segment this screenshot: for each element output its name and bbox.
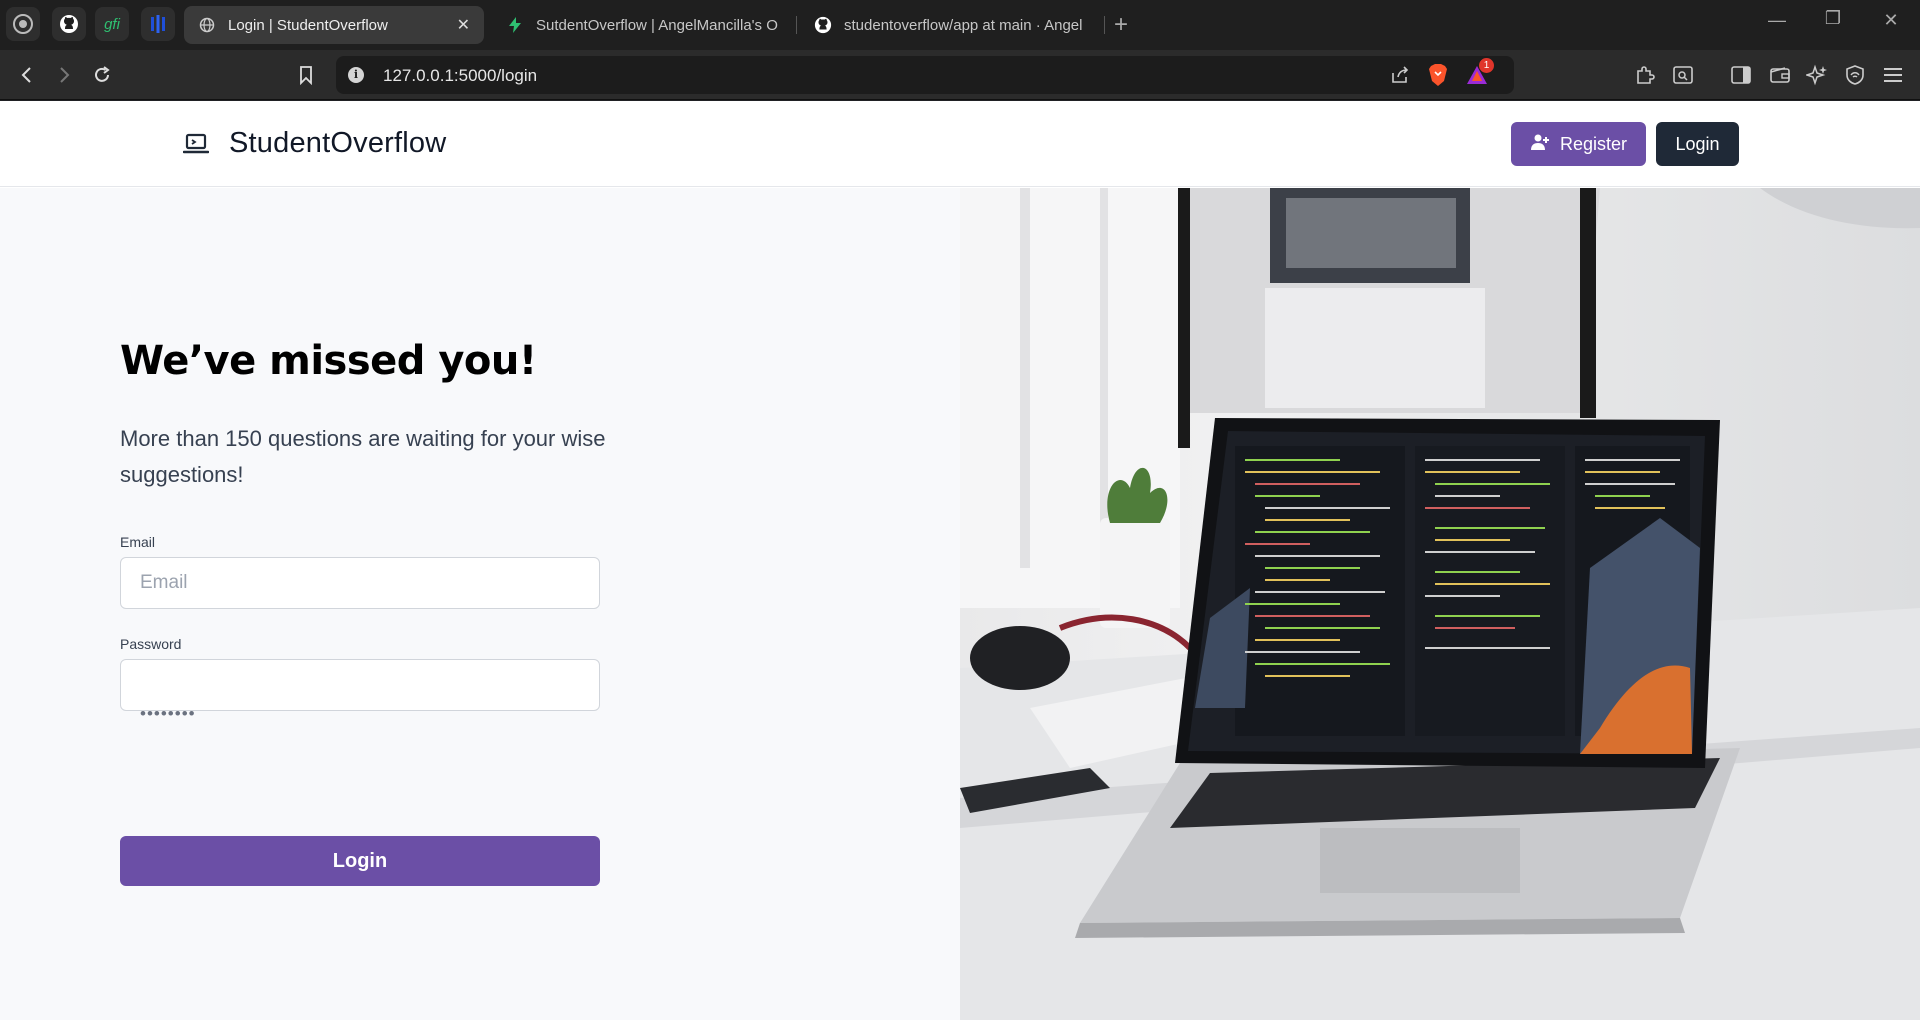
- tab-title: Login | StudentOverflow: [228, 16, 388, 34]
- bookmark-icon[interactable]: [293, 62, 319, 88]
- app-icon[interactable]: [141, 7, 175, 41]
- browser-toolbar: i 127.0.0.1:5000/login 1: [0, 50, 1920, 100]
- minimize-icon[interactable]: —: [1762, 10, 1792, 31]
- laptop-logo-icon: [182, 131, 210, 157]
- bolt-icon: [506, 16, 524, 34]
- globe-icon: [198, 16, 216, 34]
- browser-tab-bar: gfi Login | StudentOverflow ✕ SutdentOve…: [0, 0, 1920, 50]
- extensions-icon[interactable]: [1632, 62, 1658, 88]
- wallet-icon[interactable]: [1767, 62, 1793, 88]
- password-field[interactable]: [120, 659, 600, 711]
- login-submit-button[interactable]: Login: [120, 836, 600, 886]
- desk-laptop-illustration: [960, 188, 1920, 1020]
- gfi-label: gfi: [104, 15, 120, 33]
- leo-ai-icon[interactable]: [1804, 62, 1830, 88]
- url-text: 127.0.0.1:5000/login: [383, 66, 538, 85]
- share-icon[interactable]: [1387, 62, 1413, 88]
- brand-link[interactable]: StudentOverflow: [182, 127, 447, 160]
- hero-image: [960, 188, 1920, 1020]
- brand-name: StudentOverflow: [229, 127, 447, 159]
- github-icon[interactable]: [52, 7, 86, 41]
- email-field[interactable]: [120, 557, 600, 609]
- login-panel: We’ve missed you! More than 150 question…: [0, 188, 960, 1020]
- forward-icon[interactable]: [51, 62, 77, 88]
- register-button[interactable]: Register: [1511, 122, 1646, 166]
- address-bar[interactable]: i 127.0.0.1:5000/login 1: [336, 56, 1514, 94]
- reader-mode-icon[interactable]: [1670, 62, 1696, 88]
- email-label: Email: [120, 534, 156, 550]
- page-subtitle: More than 150 questions are waiting for …: [120, 426, 606, 487]
- vpn-shield-icon[interactable]: [1842, 62, 1868, 88]
- nav-login-button[interactable]: Login: [1656, 122, 1739, 166]
- site-navbar: StudentOverflow Register Login: [0, 101, 1920, 187]
- close-tab-icon[interactable]: ✕: [449, 15, 470, 35]
- new-tab-icon[interactable]: +: [1114, 10, 1128, 40]
- page-title: We’ve missed you!: [120, 338, 537, 384]
- notification-badge: 1: [1479, 58, 1494, 73]
- menu-icon[interactable]: [1880, 62, 1906, 88]
- site-info-icon[interactable]: i: [348, 67, 364, 83]
- tab-title: studentoverflow/app at main · Angel: [844, 16, 1083, 34]
- back-icon[interactable]: [14, 62, 40, 88]
- tab-github-repo[interactable]: studentoverflow/app at main · Angel: [800, 6, 1100, 44]
- tab-login[interactable]: Login | StudentOverflow ✕: [184, 6, 484, 44]
- register-label: Register: [1559, 133, 1628, 154]
- user-plus-icon: [1530, 133, 1550, 156]
- github-icon: [814, 16, 832, 34]
- close-window-icon[interactable]: ✕: [1876, 10, 1906, 31]
- tab-separator: [1104, 16, 1105, 34]
- nav-login-label: Login: [1675, 133, 1720, 154]
- tab-title: SutdentOverflow | AngelMancilla's O: [536, 16, 778, 34]
- restore-icon[interactable]: ❐: [1818, 8, 1848, 29]
- gfi-icon[interactable]: gfi: [95, 7, 129, 41]
- password-label: Password: [120, 636, 182, 652]
- sidebar-icon[interactable]: [1728, 62, 1754, 88]
- login-submit-label: Login: [332, 849, 388, 872]
- brave-shields-icon[interactable]: [1425, 62, 1451, 88]
- brave-rewards-triangle-icon[interactable]: 1: [1464, 58, 1494, 88]
- page-viewport: StudentOverflow Register Login We’ve mis…: [0, 101, 1920, 1020]
- reload-icon[interactable]: [89, 62, 115, 88]
- tab-studentoverflow-notion[interactable]: SutdentOverflow | AngelMancilla's O: [492, 6, 792, 44]
- brave-rewards-icon[interactable]: [6, 7, 40, 41]
- tab-separator: [796, 16, 797, 34]
